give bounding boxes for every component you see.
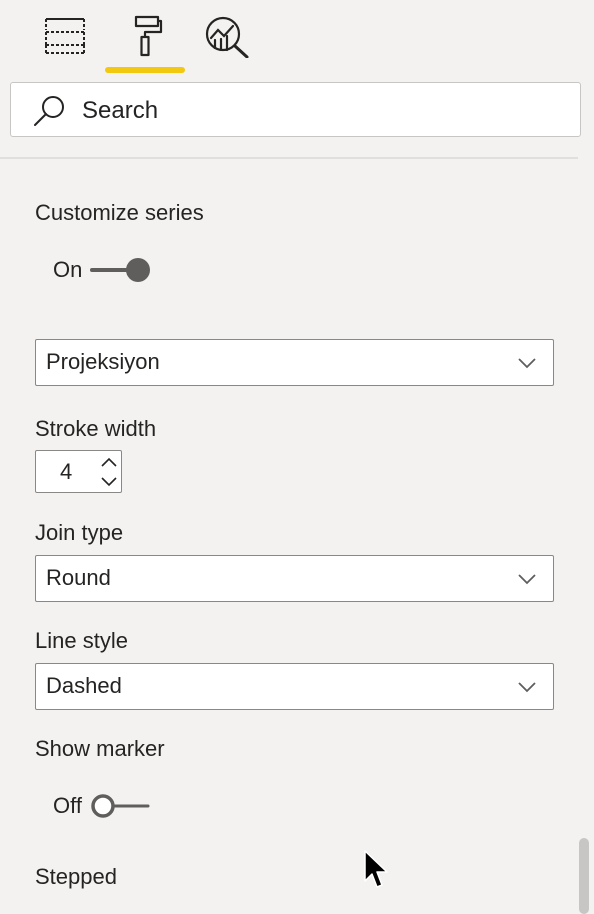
pane-tabs [0,0,594,78]
stroke-width-value: 4 [60,459,73,484]
divider [0,157,578,159]
series-dropdown-value: Projeksiyon [46,349,160,374]
analytics-magnifier-icon [205,16,249,58]
format-pane: Search Customize series On Projeksiyon S… [0,0,594,914]
customize-series-label: Customize series [35,200,204,225]
increment-icon[interactable] [99,453,119,471]
show-marker-toggle[interactable]: Off [53,791,152,821]
customize-series-toggle[interactable]: On [53,255,152,285]
series-dropdown[interactable]: Projeksiyon [35,339,554,386]
toggle-off-icon [91,794,150,818]
tab-format[interactable] [115,12,175,68]
search-input[interactable]: Search [10,82,581,137]
line-style-label: Line style [35,628,128,653]
chevron-down-icon [518,572,536,590]
stroke-width-stepper[interactable]: 4 [35,450,122,493]
fields-table-icon [45,18,85,54]
active-tab-indicator [105,67,185,73]
toggle-state-label: On [53,257,83,282]
paint-roller-icon [134,15,163,57]
line-style-value: Dashed [46,673,122,698]
search-icon [33,95,67,132]
stroke-width-label: Stroke width [35,416,157,441]
join-type-value: Round [46,565,111,590]
stepped-label: Stepped [35,864,117,889]
tab-fields[interactable] [35,12,95,68]
chevron-down-icon [518,356,536,374]
decrement-icon[interactable] [99,472,119,490]
toggle-on-icon [90,258,151,282]
line-style-dropdown[interactable]: Dashed [35,663,554,710]
search-placeholder: Search [82,97,159,124]
join-type-dropdown[interactable]: Round [35,555,554,602]
join-type-label: Join type [35,520,124,545]
chevron-down-icon [518,680,536,698]
scrollbar-thumb[interactable] [579,838,589,914]
show-marker-label: Show marker [35,736,165,761]
mouse-pointer-icon [363,850,389,897]
toggle-state-label: Off [53,793,82,818]
tab-analytics[interactable] [196,12,256,68]
